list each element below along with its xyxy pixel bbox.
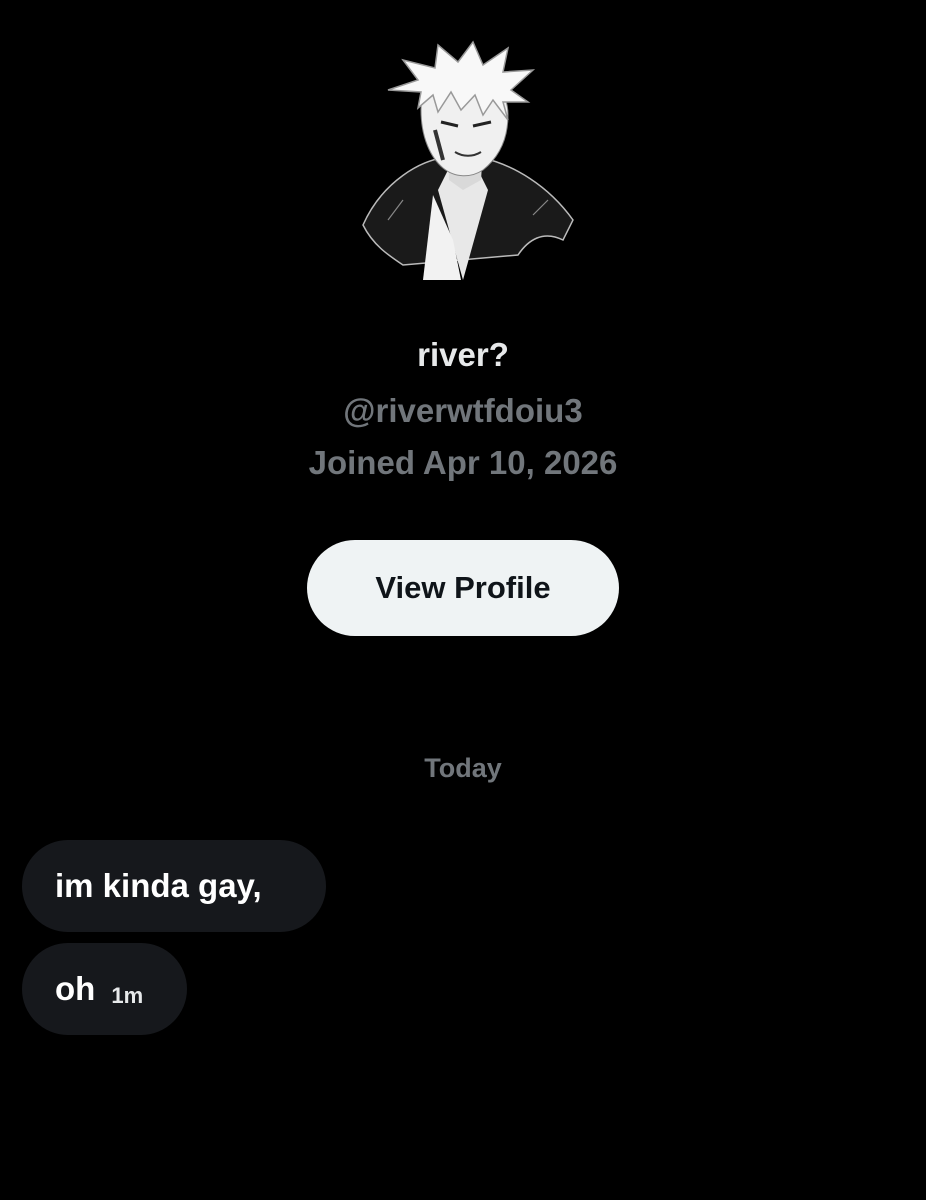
avatar[interactable] — [343, 40, 583, 290]
view-profile-button[interactable]: View Profile — [307, 540, 619, 636]
joined-date: Joined Apr 10, 2026 — [308, 444, 618, 481]
date-divider: Today — [424, 753, 502, 783]
user-handle: @riverwtfdoiu3 — [343, 392, 583, 429]
message-bubble[interactable]: oh 1m — [22, 943, 187, 1035]
message-bubble[interactable]: im kinda gay, — [22, 840, 326, 932]
message-text: oh — [55, 970, 96, 1007]
avatar-image — [343, 40, 583, 290]
message-timestamp: 1m — [111, 983, 144, 1008]
message-text: im kinda gay, — [55, 867, 262, 904]
display-name: river? — [417, 336, 509, 373]
